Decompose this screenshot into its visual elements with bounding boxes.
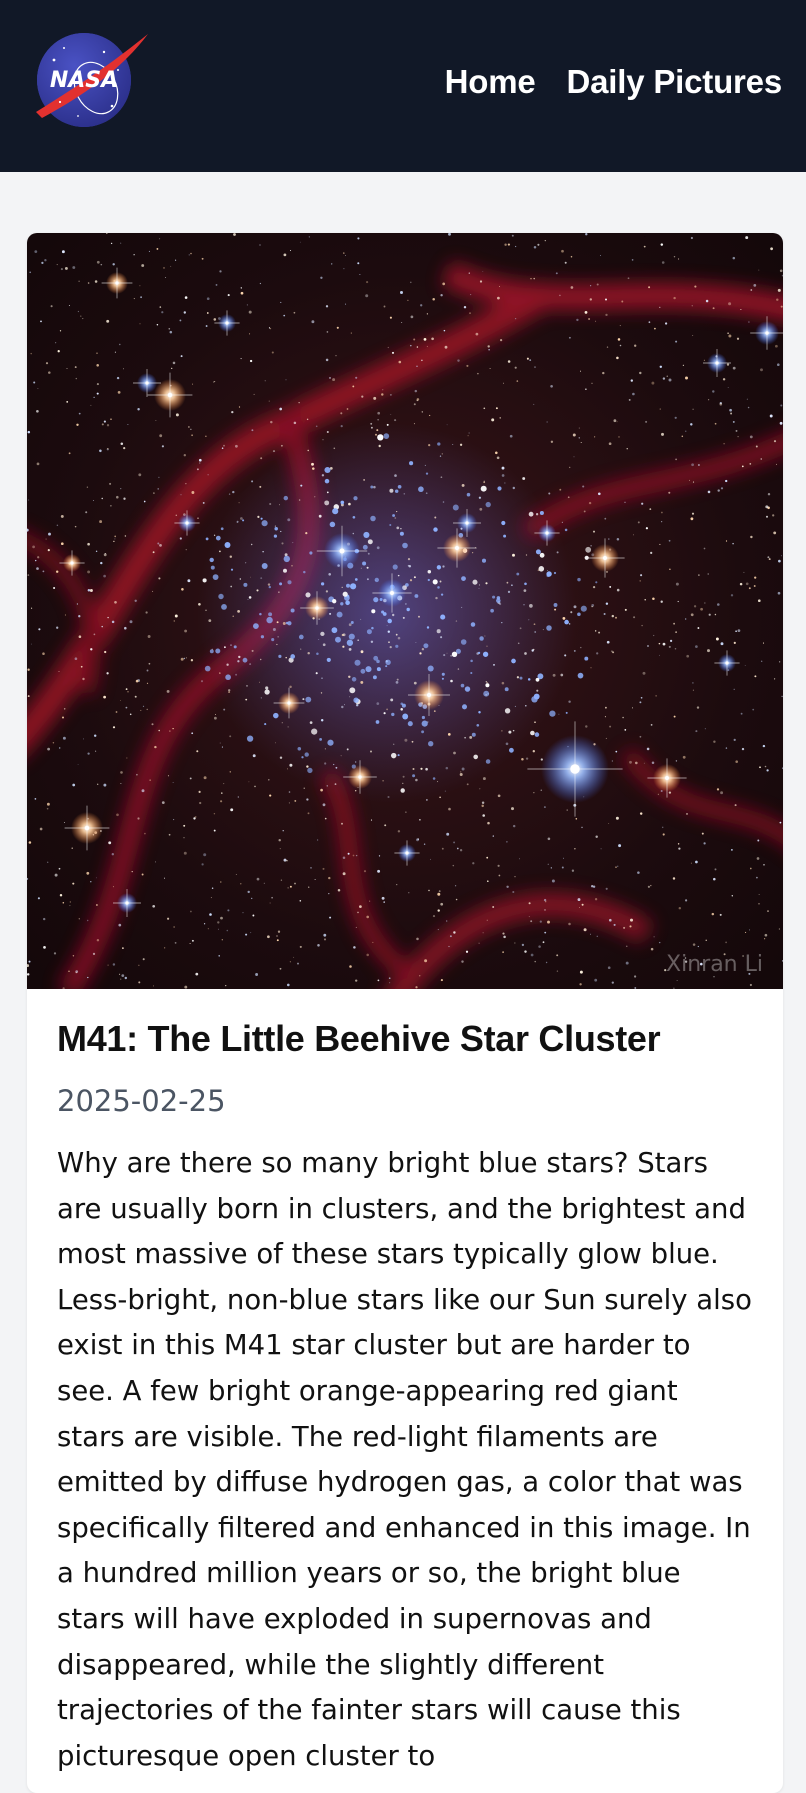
apod-description: Why are there so many bright blue stars?… xyxy=(57,1147,752,1772)
nav-home-link[interactable]: Home xyxy=(445,58,536,106)
apod-title: M41: The Little Beehive Star Cluster xyxy=(57,1018,661,1059)
image-credit-watermark: Xinran Li xyxy=(666,952,763,977)
site-header: NASA Home Daily Pictures xyxy=(0,0,806,172)
nav-daily-pictures-link[interactable]: Daily Pictures xyxy=(567,58,783,106)
apod-card: Xinran Li M41: The Little Beehive Star C… xyxy=(27,233,783,1793)
apod-image[interactable]: Xinran Li xyxy=(27,233,783,989)
main-nav: Home Daily Pictures xyxy=(445,58,783,106)
apod-date: 2025-02-25 xyxy=(57,1084,226,1118)
nasa-logo[interactable]: NASA xyxy=(34,30,150,130)
nasa-logo-text: NASA xyxy=(50,68,118,93)
apod-card-body: M41: The Little Beehive Star Cluster 202… xyxy=(27,989,783,1779)
